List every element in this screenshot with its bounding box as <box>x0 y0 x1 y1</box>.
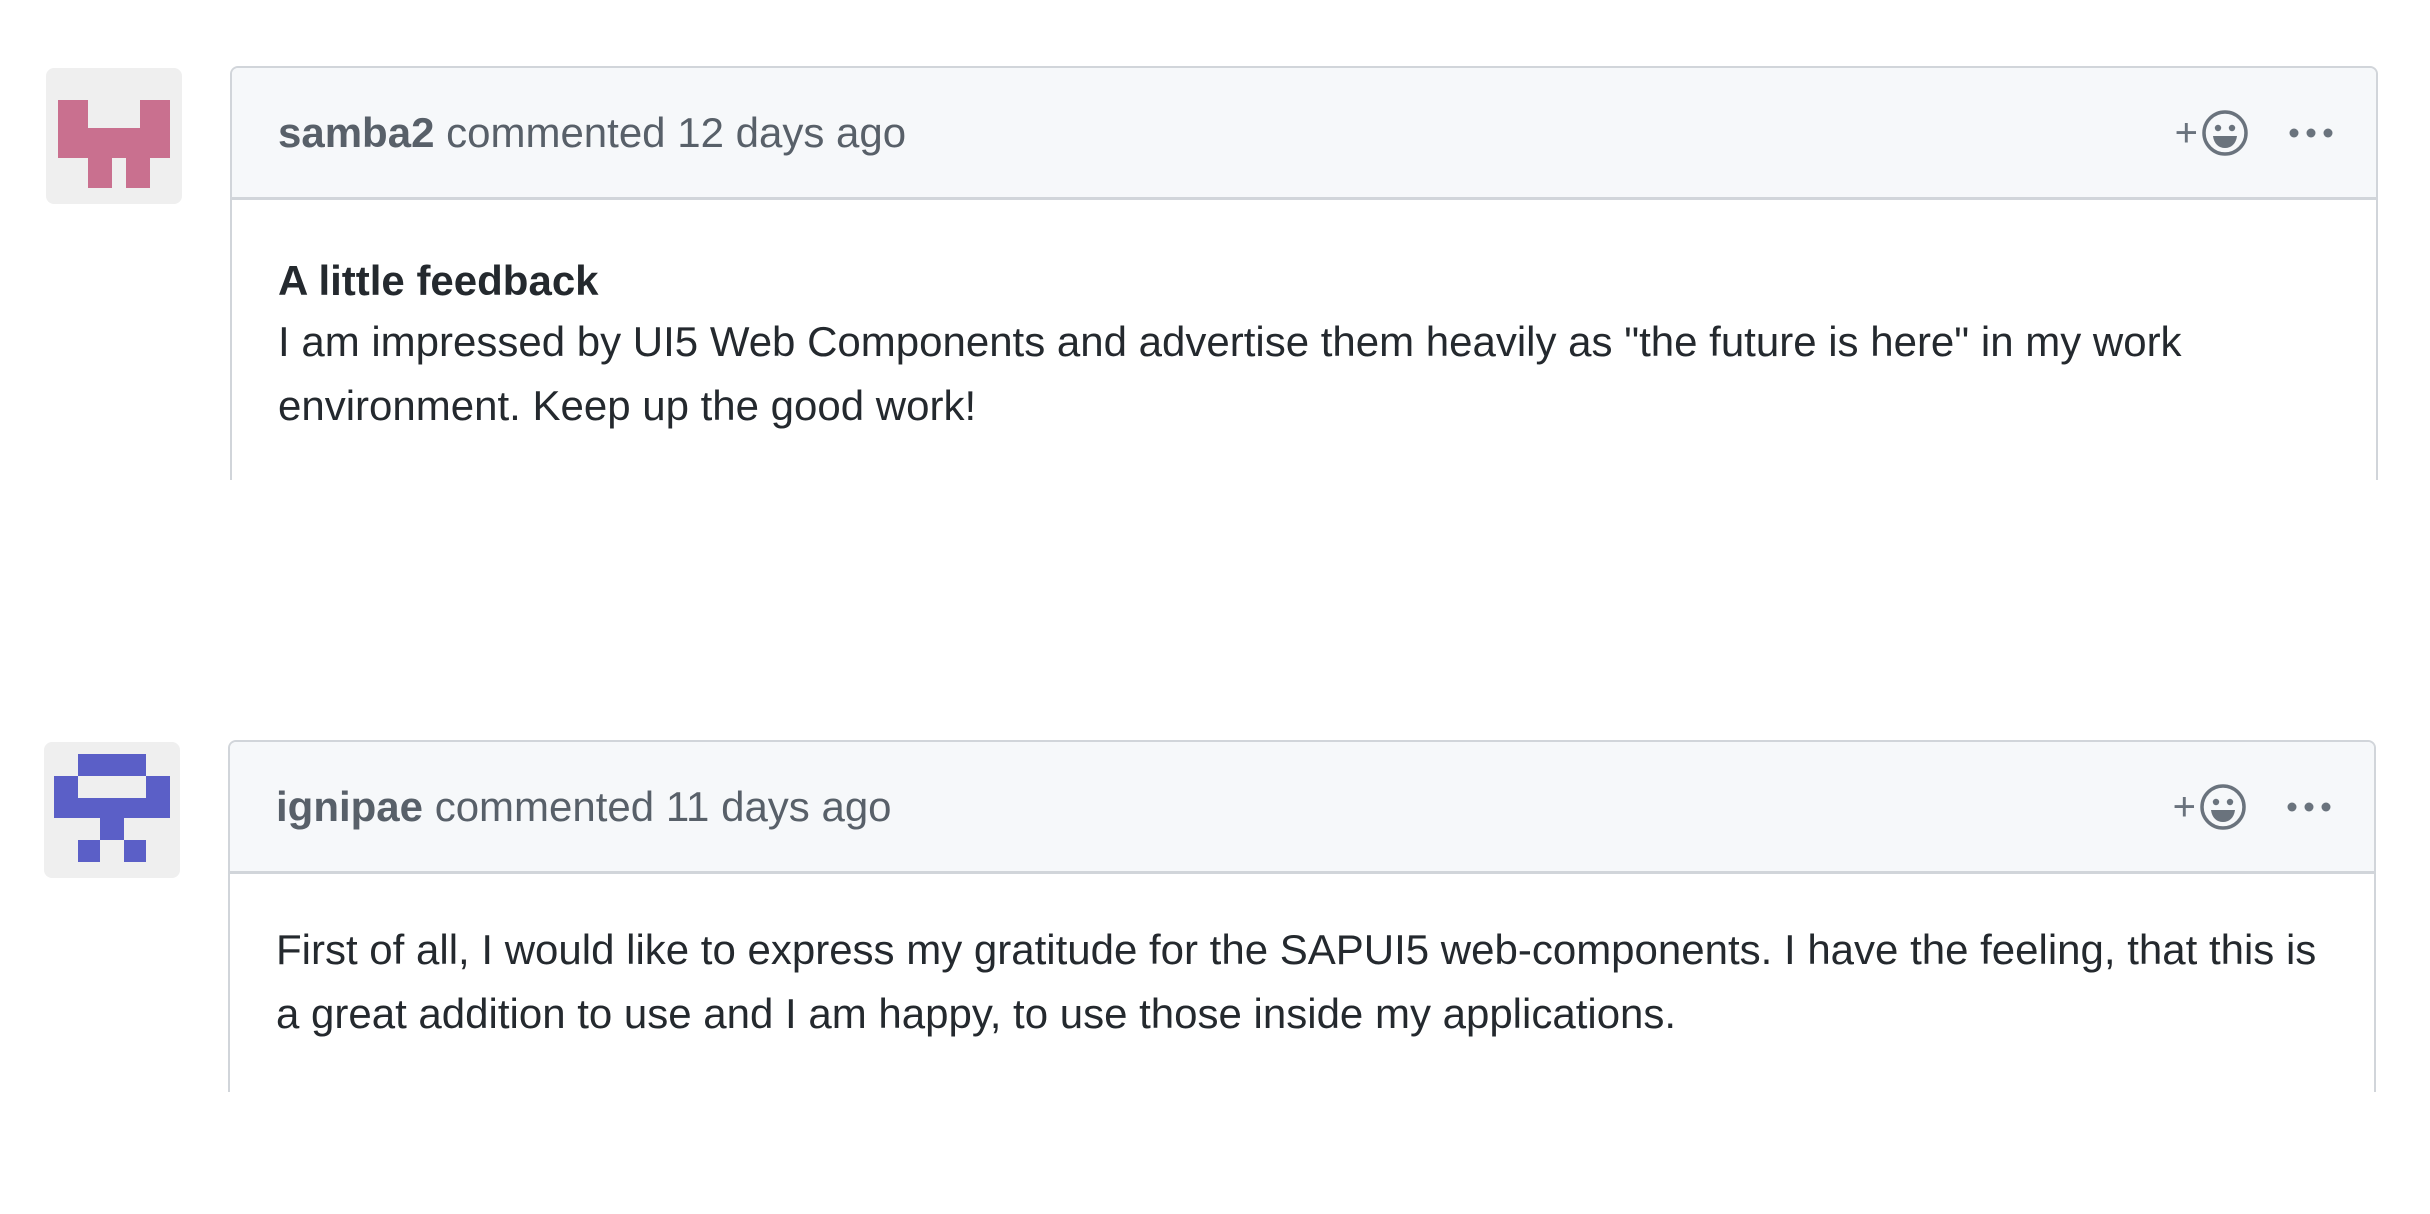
comment-header: ignipae commented 11 days ago + <box>230 742 2374 874</box>
author-link[interactable]: ignipae <box>276 783 423 830</box>
comment-body: First of all, I would like to express my… <box>230 874 2374 1046</box>
comment-timestamp[interactable]: 12 days ago <box>677 109 906 156</box>
comment-action: commented <box>446 108 666 156</box>
comment-meta: ignipae commented 11 days ago <box>276 783 892 831</box>
author-link[interactable]: samba2 <box>278 109 434 156</box>
comment-card: ignipae commented 11 days ago + First of… <box>228 740 2376 1092</box>
smiley-icon <box>2202 109 2248 156</box>
smiley-icon <box>2200 783 2246 830</box>
more-options-button[interactable] <box>2286 801 2332 813</box>
comment-actions: + <box>2175 68 2334 197</box>
identicon-image <box>58 100 170 188</box>
comment-body: A little feedback I am impressed by UI5 … <box>232 200 2376 438</box>
comment-card: samba2 commented 12 days ago + A little … <box>230 66 2378 480</box>
plus-icon: + <box>2172 784 2196 829</box>
comment-heading: A little feedback <box>278 257 599 304</box>
comment-actions: + <box>2173 742 2332 871</box>
comment-thread: samba2 commented 12 days ago + A little … <box>0 0 2430 1214</box>
kebab-horizontal-icon <box>2289 128 2333 137</box>
comment-meta: samba2 commented 12 days ago <box>278 109 906 157</box>
add-reaction-button[interactable]: + <box>2175 108 2250 158</box>
avatar[interactable] <box>44 742 180 878</box>
avatar[interactable] <box>46 68 182 204</box>
comment-text: First of all, I would like to express my… <box>276 926 2317 1037</box>
comment-timestamp[interactable]: 11 days ago <box>666 783 892 830</box>
add-reaction-button[interactable]: + <box>2173 782 2248 832</box>
more-options-button[interactable] <box>2288 127 2334 139</box>
identicon-image <box>54 754 170 862</box>
comment-header: samba2 commented 12 days ago + <box>232 68 2376 200</box>
comment-text: I am impressed by UI5 Web Components and… <box>278 318 2182 429</box>
kebab-horizontal-icon <box>2287 802 2331 811</box>
plus-icon: + <box>2174 110 2198 155</box>
comment-action: commented <box>434 782 655 830</box>
